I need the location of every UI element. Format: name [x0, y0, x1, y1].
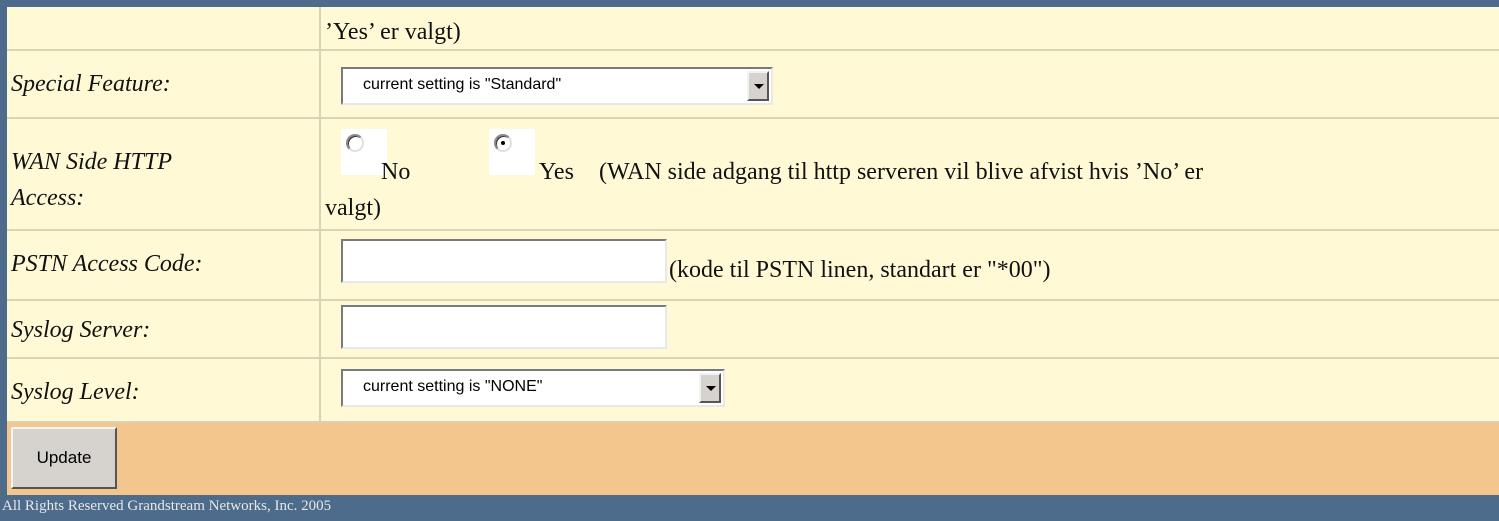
- value-cell: ’Yes’ er valgt): [321, 7, 1499, 49]
- wan-http-label-line2: Access:: [11, 185, 85, 211]
- continued-note: ’Yes’ er valgt): [325, 19, 461, 45]
- syslog-server-label: Syslog Server:: [11, 317, 151, 343]
- row-pstn: PSTN Access Code: (kode til PSTN linen, …: [7, 231, 1499, 299]
- special-feature-label: Special Feature:: [11, 71, 171, 97]
- button-row: Update: [7, 423, 1499, 495]
- chevron-down-icon[interactable]: [747, 71, 769, 101]
- wan-http-label-line1: WAN Side HTTP: [11, 149, 172, 175]
- radio-checked-icon: [494, 134, 512, 152]
- row-continued: ’Yes’ er valgt): [7, 7, 1499, 49]
- label-cell: WAN Side HTTP Access:: [7, 119, 319, 229]
- update-button[interactable]: Update: [11, 427, 117, 489]
- chevron-down-icon[interactable]: [699, 373, 721, 403]
- footer-copyright: All Rights Reserved Grandstream Networks…: [2, 498, 332, 514]
- label-cell-empty: [7, 7, 319, 49]
- wan-http-no-label: No: [381, 159, 411, 185]
- special-feature-select-value: current setting is "Standard": [363, 76, 562, 93]
- pstn-label: PSTN Access Code:: [11, 251, 203, 277]
- special-feature-select[interactable]: current setting is "Standard": [341, 67, 773, 105]
- pstn-note: (kode til PSTN linen, standart er "*00"): [669, 257, 1051, 283]
- label-cell: Syslog Server:: [7, 301, 319, 357]
- value-cell: [321, 301, 1499, 357]
- wan-http-note-line1: (WAN side adgang til http serveren vil b…: [599, 159, 1204, 185]
- syslog-level-select[interactable]: current setting is "NONE": [341, 369, 725, 407]
- radio-unchecked-icon: [346, 134, 364, 152]
- syslog-level-label: Syslog Level:: [11, 379, 140, 405]
- wan-http-yes-label: Yes: [539, 159, 574, 185]
- wan-http-radio-yes[interactable]: [489, 129, 535, 175]
- syslog-level-select-value: current setting is "NONE": [363, 378, 543, 395]
- row-special-feature: Special Feature: current setting is "Sta…: [7, 51, 1499, 117]
- value-cell: current setting is "Standard": [321, 51, 1499, 117]
- syslog-server-input[interactable]: [341, 305, 667, 349]
- label-cell: PSTN Access Code:: [7, 231, 319, 299]
- label-cell: Syslog Level:: [7, 359, 319, 421]
- row-syslog-server: Syslog Server:: [7, 301, 1499, 357]
- wan-http-note-line2: valgt): [325, 195, 381, 221]
- value-cell: (kode til PSTN linen, standart er "*00"): [321, 231, 1499, 299]
- label-cell: Special Feature:: [7, 51, 319, 117]
- value-cell: current setting is "NONE": [321, 359, 1499, 421]
- pstn-access-code-input[interactable]: [341, 239, 667, 283]
- row-wan-http: WAN Side HTTP Access: No Yes (WAN side a…: [7, 119, 1499, 229]
- row-syslog-level: Syslog Level: current setting is "NONE": [7, 359, 1499, 421]
- settings-table: ’Yes’ er valgt) Special Feature: current…: [7, 7, 1499, 495]
- value-cell: No Yes (WAN side adgang til http servere…: [321, 119, 1499, 229]
